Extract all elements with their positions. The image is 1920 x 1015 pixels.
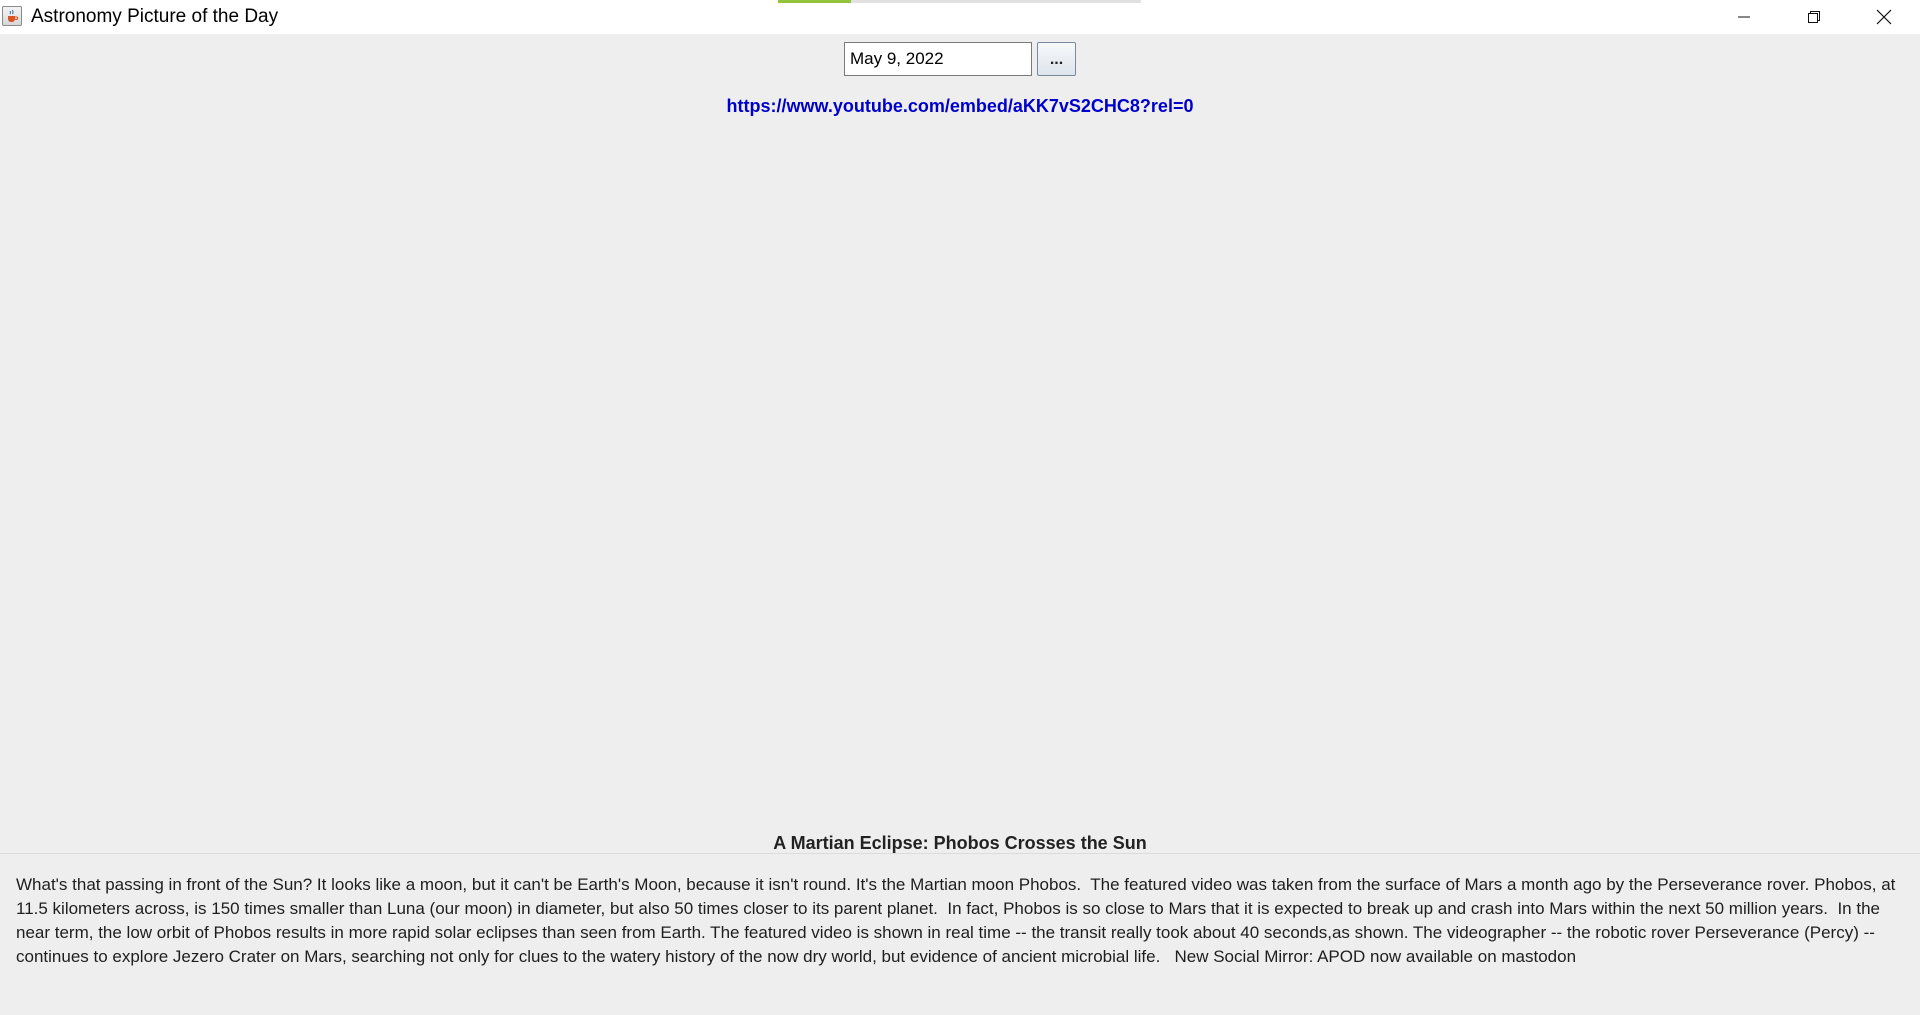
explanation-panel: What's that passing in front of the Sun?… <box>0 853 1920 1015</box>
minimize-icon <box>1738 16 1750 18</box>
media-area <box>0 125 1920 825</box>
minimize-button[interactable] <box>1709 0 1779 34</box>
java-cup-icon <box>2 6 22 26</box>
loading-progress-bar <box>778 0 1141 3</box>
restore-button[interactable] <box>1779 0 1849 34</box>
restore-icon <box>1808 11 1820 23</box>
window-title: Astronomy Picture of the Day <box>31 6 279 27</box>
close-icon <box>1876 9 1892 25</box>
apod-title: A Martian Eclipse: Phobos Crosses the Su… <box>773 833 1147 853</box>
loading-progress-fill <box>778 0 851 3</box>
title-bar[interactable]: Astronomy Picture of the Day <box>0 0 1920 34</box>
date-picker-button[interactable]: ... <box>1037 42 1076 76</box>
media-url-link[interactable]: https://www.youtube.com/embed/aKK7vS2CHC… <box>0 94 1920 118</box>
date-field[interactable] <box>844 42 1032 76</box>
app-window: Astronomy Picture of the Day ... https:/… <box>0 0 1920 1015</box>
close-button[interactable] <box>1849 0 1919 34</box>
explanation-text: What's that passing in front of the Sun?… <box>16 875 1901 966</box>
